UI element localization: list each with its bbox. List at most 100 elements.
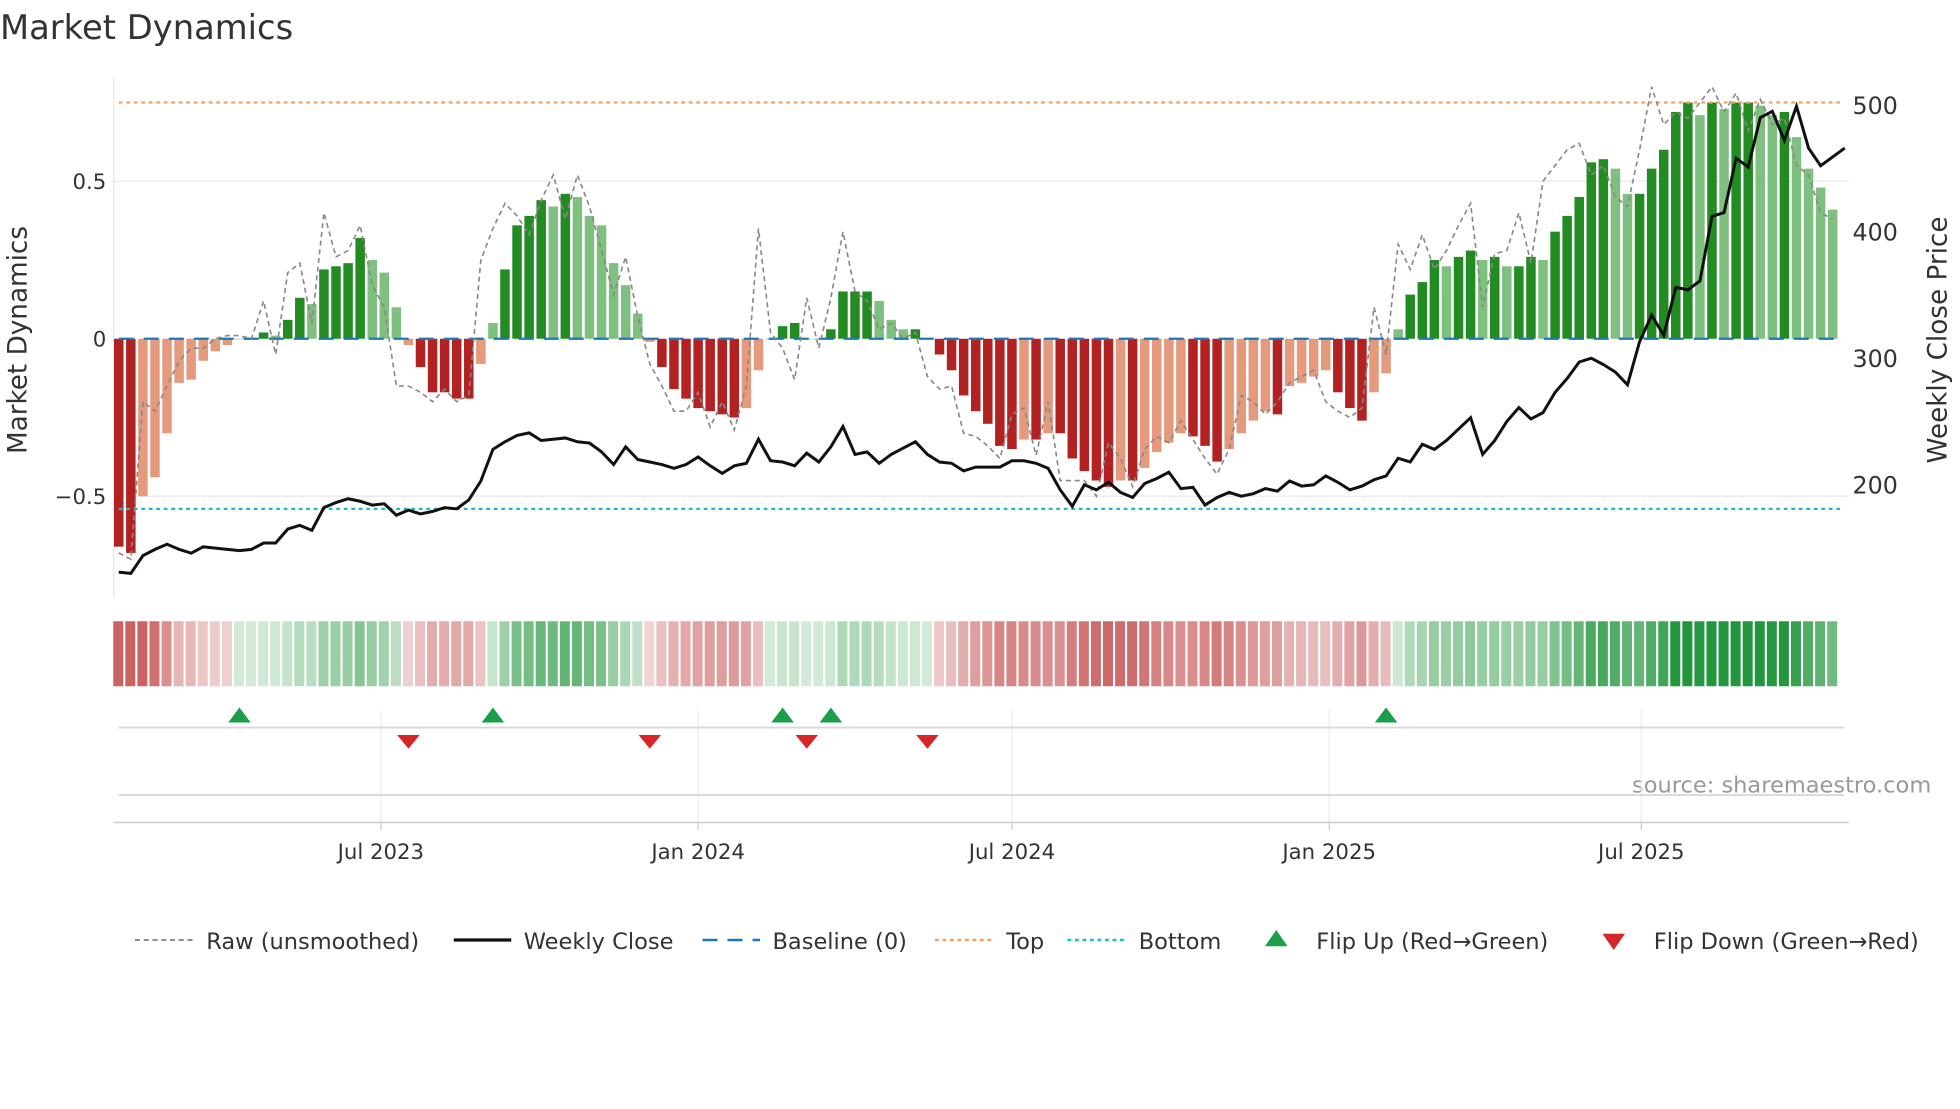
bar	[1345, 338, 1355, 409]
strip-cell	[921, 621, 932, 687]
strip-cell	[270, 621, 281, 687]
ticks: 0.5 0 −0.5 500 400 300 200 Jul 2023 Jan 2024 Jul …	[55, 92, 1898, 865]
y2-tick-label: 300	[1853, 345, 1898, 373]
strip-cell	[801, 621, 812, 687]
strip-cell	[1042, 621, 1053, 687]
strip-cell	[813, 621, 824, 687]
bar	[282, 319, 293, 339]
strip-cell	[1585, 621, 1596, 687]
legend-flip-up-icon	[1265, 930, 1288, 947]
bar	[995, 338, 1005, 446]
bar	[500, 269, 510, 339]
strip-cell	[1778, 621, 1789, 687]
bar	[138, 338, 148, 497]
bar	[319, 269, 329, 339]
bar	[838, 291, 848, 339]
bar	[1514, 266, 1524, 339]
legend-label: Weekly Close	[524, 929, 674, 955]
strip-cell	[1054, 621, 1065, 687]
strip-cell	[402, 621, 413, 687]
bar	[1610, 168, 1621, 339]
bar	[1634, 193, 1645, 339]
bar	[1152, 338, 1162, 453]
strip-cell	[366, 621, 377, 687]
bar	[669, 338, 679, 390]
strip-cell	[982, 621, 993, 687]
bar	[198, 338, 208, 361]
strip-cell	[1284, 621, 1295, 687]
y-axis-label: Market Dynamics	[3, 226, 33, 454]
bar	[1176, 338, 1186, 434]
bar	[548, 206, 559, 339]
strip-cell	[1223, 621, 1234, 687]
bar	[234, 338, 245, 340]
strip-cell	[439, 621, 450, 687]
strip-cell	[1718, 621, 1729, 687]
bar	[1803, 168, 1814, 339]
strip-cell	[125, 621, 136, 687]
bar	[1236, 338, 1247, 434]
strip-cell	[1090, 621, 1101, 687]
strip-cell	[909, 621, 920, 687]
strip-cell	[113, 621, 124, 687]
strip-cell	[1416, 621, 1427, 687]
strip-cell	[1827, 621, 1838, 687]
bar	[1260, 338, 1271, 412]
bar	[295, 297, 305, 339]
bar	[970, 338, 981, 412]
flip-up-marker	[1374, 707, 1398, 723]
bar	[717, 338, 727, 415]
strip-cell	[897, 621, 908, 687]
bar	[946, 338, 957, 371]
flip-down-marker	[916, 735, 939, 749]
legend-label: Baseline (0)	[773, 929, 907, 955]
bar	[1417, 282, 1428, 339]
strip-cell	[149, 621, 160, 687]
strip-cell	[282, 621, 293, 687]
strip-cell	[934, 621, 945, 687]
bar	[114, 338, 124, 547]
bar	[1453, 256, 1464, 339]
flip-up-marker	[481, 707, 505, 723]
bar	[476, 338, 486, 364]
strip-cell	[825, 621, 836, 687]
strip-cell	[1404, 621, 1415, 687]
strip-cell	[137, 621, 148, 687]
x-tick-label: Jan 2025	[1280, 840, 1376, 865]
bar	[1429, 260, 1440, 339]
bar	[596, 225, 607, 339]
bar	[464, 338, 474, 399]
bar	[657, 338, 667, 368]
strip-cell	[644, 621, 655, 687]
bar	[1019, 338, 1029, 440]
bar	[1405, 294, 1415, 339]
strip-cell	[1561, 621, 1572, 687]
bar	[983, 338, 993, 424]
strip-cell	[1344, 621, 1355, 687]
strip-cell	[342, 621, 353, 687]
strip-cell	[1658, 621, 1669, 687]
strip-cell	[1694, 621, 1705, 687]
strip-cell	[1368, 621, 1379, 687]
bar	[1755, 105, 1766, 339]
x-tick-label: Jan 2024	[649, 840, 745, 865]
legend-label: Flip Up (Red→Green)	[1316, 929, 1548, 955]
strip-cell	[1815, 621, 1826, 687]
bar	[1007, 338, 1017, 449]
bar	[874, 300, 884, 339]
y-tick-label: 0	[93, 327, 107, 352]
bar	[1272, 338, 1283, 415]
bar	[729, 338, 740, 418]
strip-cell	[1537, 621, 1548, 687]
bar	[958, 338, 969, 396]
strip-cell	[1573, 621, 1584, 687]
strip-cell	[1501, 621, 1512, 687]
bar	[681, 338, 691, 399]
strip-cell	[1296, 621, 1307, 687]
bar	[608, 263, 619, 339]
bar	[1550, 231, 1560, 339]
y2-axis-label: Weekly Close Price	[1923, 217, 1953, 464]
bar	[1115, 338, 1126, 481]
strip-cell	[354, 621, 365, 687]
strip-cell	[330, 621, 341, 687]
